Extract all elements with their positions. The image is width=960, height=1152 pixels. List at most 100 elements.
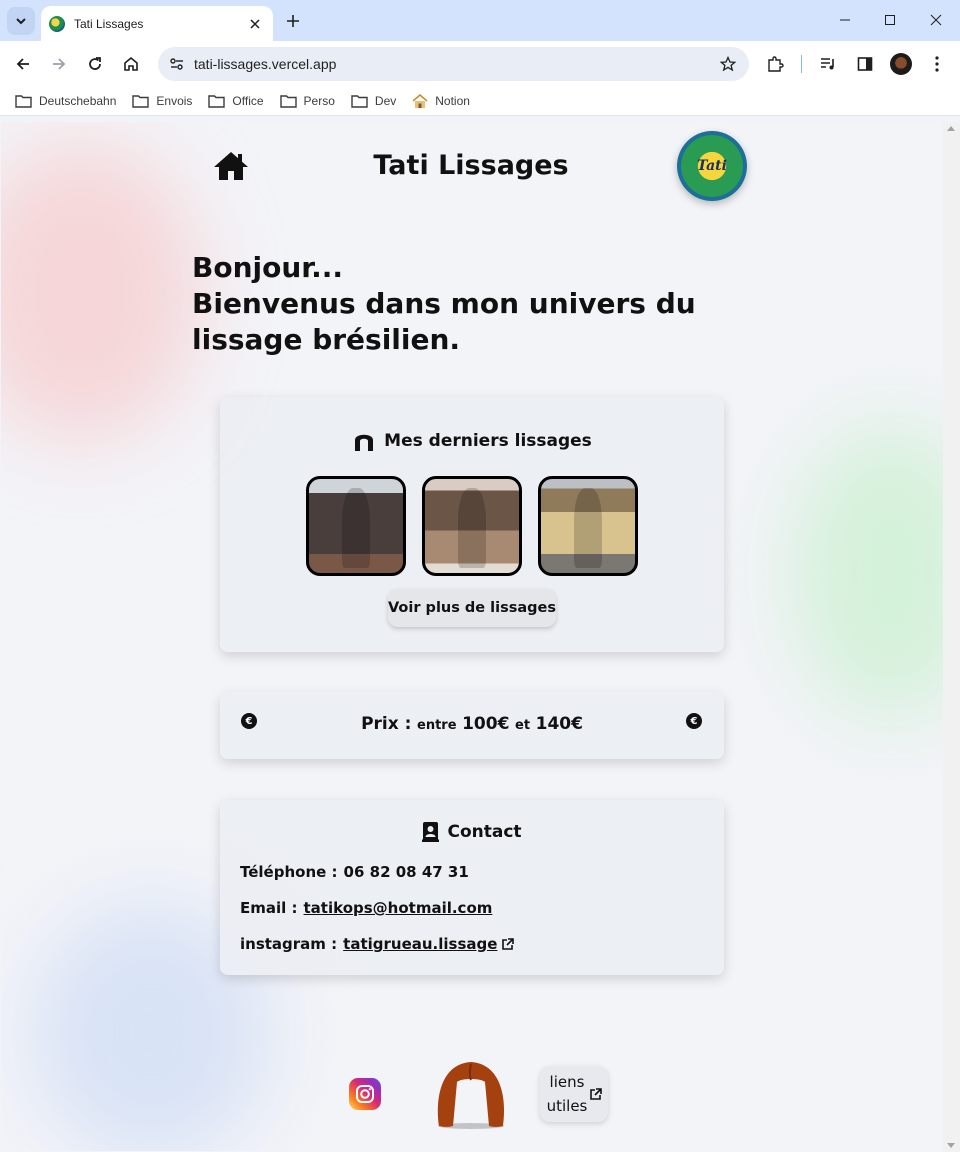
maximize-button[interactable] (867, 0, 913, 40)
back-button[interactable] (9, 50, 37, 78)
email-label: Email : (240, 899, 298, 917)
browser-tab[interactable]: Tati Lissages (41, 6, 273, 41)
new-tab-button[interactable] (281, 9, 305, 33)
maximize-icon (885, 15, 895, 25)
instagram-icon[interactable] (349, 1078, 381, 1110)
bookmark-label: Dev (374, 94, 397, 108)
site-favicon-icon (49, 15, 65, 32)
background-glow-green (791, 422, 943, 722)
instagram-link[interactable]: tatigrueau.lissage (343, 935, 497, 953)
playlist-icon (821, 58, 834, 70)
folder-icon (208, 95, 226, 108)
greeting-heading: Bonjour... Bienvenus dans mon univers du… (192, 250, 772, 358)
address-bar[interactable]: tati-lissages.vercel.app (158, 47, 749, 81)
gallery-title-text: Mes derniers lissages (384, 431, 592, 451)
bookmark-star-button[interactable] (714, 50, 742, 78)
external-link-icon (590, 1087, 602, 1100)
price-card: € Prix : entre 100€ et 140€ € (220, 692, 724, 759)
close-icon (930, 14, 942, 26)
bookmark-deutschebahn[interactable]: Deutschebahn (7, 89, 124, 113)
home-icon[interactable] (212, 150, 250, 182)
chevron-down-icon (16, 18, 26, 25)
contact-phone-row: Téléphone : 06 82 08 47 31 (240, 863, 469, 881)
bookmark-perso[interactable]: Perso (272, 89, 343, 113)
background-glow-red (1, 142, 201, 442)
extensions-button[interactable] (761, 50, 789, 78)
bookmarks-bar: Deutschebahn Envois Office Perso Dev Not… (0, 87, 960, 116)
site-settings-icon[interactable] (166, 53, 188, 75)
gallery-thumbnail[interactable] (538, 476, 638, 576)
phone-number[interactable]: 06 82 08 47 31 (344, 863, 469, 881)
hair-icon (355, 434, 374, 451)
brand-logo: Tati (677, 131, 747, 201)
bookmark-envois[interactable]: Envois (124, 89, 200, 113)
page-scrollbar[interactable] (943, 122, 960, 1152)
site-title: Tati Lissages (373, 150, 569, 181)
arrow-left-icon (16, 58, 29, 70)
instagram-label: instagram : (240, 935, 338, 953)
url-text: tati-lissages.vercel.app (194, 56, 337, 72)
price-max: 140€ (535, 714, 583, 734)
bookmark-label: Deutschebahn (39, 94, 117, 108)
hair-photo (573, 488, 603, 569)
price-label: Prix : (361, 714, 412, 734)
contact-email-row: Email : tatikops@hotmail.com (240, 899, 492, 917)
greeting-line-2: Bienvenus dans mon univers du lissage br… (192, 287, 696, 356)
gallery-thumbnail[interactable] (422, 476, 522, 576)
useful-links-button[interactable]: liens utiles (540, 1066, 608, 1122)
euro-icon: € (686, 713, 702, 729)
browser-toolbar: tati-lissages.vercel.app (0, 41, 960, 87)
contact-title-text: Contact (447, 822, 522, 842)
toolbar-divider (801, 55, 802, 73)
bookmark-notion[interactable]: Notion (404, 89, 478, 113)
gallery-card: Mes derniers lissages Voir plus de lissa… (220, 397, 724, 652)
tab-bar: Tati Lissages (0, 0, 960, 41)
bookmark-label: Envois (156, 94, 193, 108)
minimize-button[interactable] (822, 0, 868, 40)
contact-card: Contact Téléphone : 06 82 08 47 31 Email… (220, 800, 724, 975)
scroll-down-arrow-icon[interactable] (947, 1143, 955, 1148)
forward-button[interactable] (45, 50, 73, 78)
folder-icon (132, 95, 150, 108)
bookmark-office[interactable]: Office (200, 89, 271, 113)
side-panel-button[interactable] (851, 50, 879, 78)
price-and: et (515, 718, 531, 733)
minimize-icon (840, 19, 850, 21)
bookmark-label: Notion (435, 94, 470, 108)
price-text: Prix : entre 100€ et 140€ (220, 714, 724, 734)
media-controls-button[interactable] (814, 50, 842, 78)
gallery-thumbnail[interactable] (306, 476, 406, 576)
phone-label: Téléphone : (240, 863, 338, 881)
folder-icon (279, 95, 297, 108)
more-vertical-icon (935, 56, 939, 72)
price-min: 100€ (462, 714, 510, 734)
email-link[interactable]: tatikops@hotmail.com (304, 899, 493, 917)
reload-icon (89, 57, 101, 70)
contact-book-icon (422, 822, 440, 842)
tab-close-button[interactable] (247, 16, 263, 32)
contact-instagram-row: instagram : tatigrueau.lissage (240, 935, 515, 953)
home-outline-icon (124, 56, 138, 71)
reload-button[interactable] (81, 50, 109, 78)
hair-photo (457, 488, 487, 569)
external-link-icon (502, 937, 515, 950)
gallery-title: Mes derniers lissages (220, 431, 724, 451)
tab-search-button[interactable] (7, 7, 35, 35)
scroll-up-arrow-icon[interactable] (947, 126, 955, 131)
home-button[interactable] (117, 50, 145, 78)
wig-icon[interactable] (433, 1058, 509, 1130)
folder-icon (351, 95, 368, 108)
browser-menu-button[interactable] (923, 50, 951, 78)
see-more-button[interactable]: Voir plus de lissages (388, 589, 556, 627)
bookmark-dev[interactable]: Dev (343, 89, 404, 113)
web-page: Tati Lissages Tati Bonjour... Bienvenus … (1, 122, 943, 1151)
bookmark-label: Perso (303, 94, 335, 108)
contact-title: Contact (220, 822, 724, 842)
puzzle-icon (768, 56, 784, 72)
price-between: entre (417, 718, 457, 733)
useful-links-label: liens utiles (546, 1073, 588, 1115)
window-close-button[interactable] (913, 0, 959, 40)
notion-home-icon (412, 93, 428, 108)
bookmark-label: Office (232, 94, 264, 108)
profile-avatar[interactable] (890, 53, 912, 75)
